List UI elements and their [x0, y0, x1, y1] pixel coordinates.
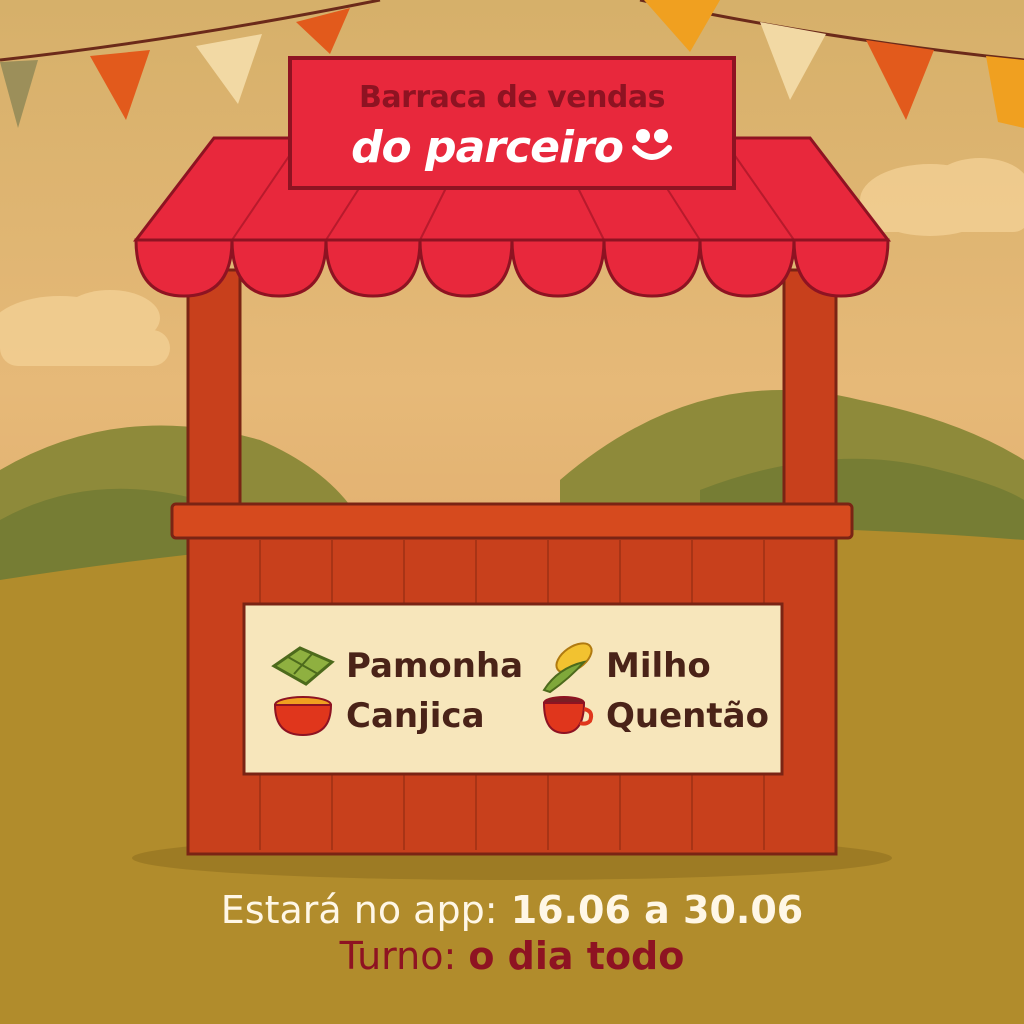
sign-board: [288, 56, 736, 190]
availability-prefix: Estará no app:: [220, 888, 498, 932]
menu-item-milho: Milho: [540, 640, 711, 694]
menu-item-canjica: Canjica: [270, 690, 485, 742]
menu-item-pamonha: Pamonha: [270, 640, 523, 692]
mug-icon: [542, 696, 594, 735]
availability-line: Estará no app: 16.06 a 30.06: [0, 888, 1024, 932]
cloud-left: [0, 290, 170, 366]
menu-item-quentao: Quentão: [540, 690, 769, 742]
shift-prefix: Turno:: [339, 934, 457, 978]
shift-line: Turno: o dia todo: [0, 934, 1024, 978]
menu-item-label: Milho: [606, 646, 711, 686]
menu-list: Pamonha Milho Canjica Quentão: [244, 604, 782, 774]
corn-icon: [542, 642, 593, 694]
menu-item-label: Pamonha: [346, 646, 524, 686]
pamonha-icon: [271, 646, 335, 686]
festa-junina-banner: Barraca de vendas do parceiro Pamonha Mi…: [0, 0, 1024, 1024]
menu-item-label: Canjica: [346, 696, 485, 736]
shift-value: o dia todo: [468, 934, 685, 978]
availability-dates: 16.06 a 30.06: [510, 888, 804, 932]
menu-item-label: Quentão: [606, 696, 769, 736]
background-scene: [0, 0, 1024, 1024]
cloud-right: [860, 158, 1024, 236]
bowl-icon: [273, 696, 333, 737]
